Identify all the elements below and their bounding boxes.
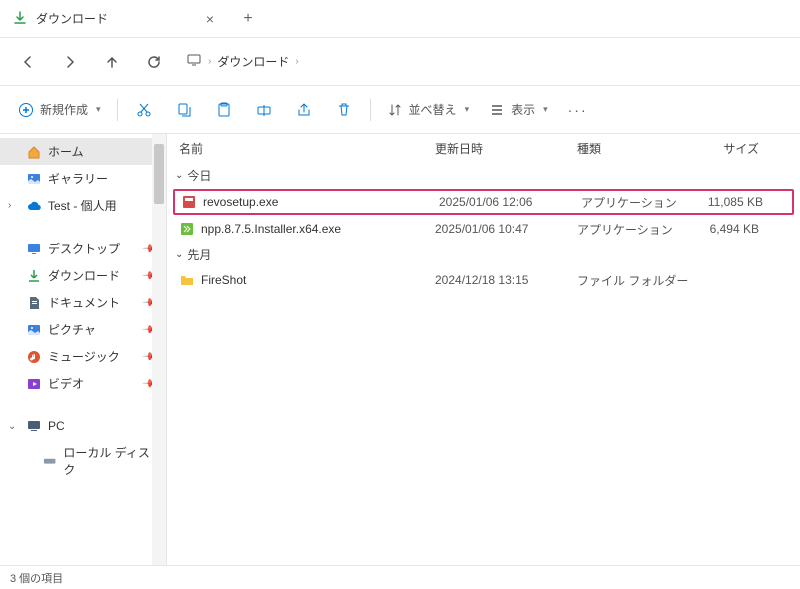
chevron-right-icon: › <box>8 200 11 211</box>
chevron-down-icon: ⌄ <box>175 249 183 260</box>
gallery-icon <box>26 171 42 187</box>
share-button[interactable] <box>286 94 322 126</box>
sidebar-item-gallery[interactable]: ギャラリー <box>0 165 166 192</box>
chevron-right-icon: › <box>208 56 211 67</box>
folder-icon <box>179 272 195 288</box>
file-size: 11,085 KB <box>693 195 773 209</box>
scrollbar[interactable] <box>152 134 166 565</box>
separator <box>117 99 118 121</box>
sidebar: ホーム ギャラリー › Test - 個人用 デスクトップ 📌 ダウンロード 📌… <box>0 134 167 565</box>
video-icon <box>26 376 42 392</box>
more-button[interactable]: ··· <box>560 94 596 126</box>
sort-button[interactable]: 並べ替え ▾ <box>379 94 478 126</box>
delete-button[interactable] <box>326 94 362 126</box>
new-button[interactable]: 新規作成 ▾ <box>10 94 109 126</box>
breadcrumb[interactable]: › ダウンロード › <box>178 52 299 71</box>
sidebar-item-test[interactable]: › Test - 個人用 <box>0 192 166 219</box>
column-name[interactable]: 名前 <box>179 140 435 157</box>
scrollbar-thumb[interactable] <box>154 144 164 204</box>
sidebar-item-music[interactable]: ミュージック 📌 <box>0 343 166 370</box>
statusbar: 3 個の項目 <box>0 565 800 589</box>
home-icon <box>26 144 42 160</box>
cut-button[interactable] <box>126 94 162 126</box>
file-size: 6,494 KB <box>689 222 769 236</box>
file-list: 名前 更新日時 種類 サイズ ⌄ 今日 revosetup.exe 2025/0… <box>167 134 800 565</box>
monitor-icon <box>186 52 202 71</box>
pc-icon <box>26 418 42 434</box>
separator <box>370 99 371 121</box>
group-lastmonth[interactable]: ⌄ 先月 <box>167 242 800 267</box>
file-type: アプリケーション <box>581 194 693 211</box>
file-type: アプリケーション <box>577 221 689 238</box>
breadcrumb-item[interactable]: ダウンロード <box>217 53 289 70</box>
drive-icon <box>42 453 57 469</box>
chevron-down-icon: ⌄ <box>175 170 183 181</box>
sidebar-item-videos[interactable]: ビデオ 📌 <box>0 370 166 397</box>
file-type: ファイル フォルダー <box>577 272 689 289</box>
music-icon <box>26 349 42 365</box>
sidebar-item-downloads[interactable]: ダウンロード 📌 <box>0 262 166 289</box>
file-row[interactable]: revosetup.exe 2025/01/06 12:06 アプリケーション … <box>173 189 794 215</box>
column-size[interactable]: サイズ <box>689 140 769 157</box>
up-button[interactable] <box>94 44 130 80</box>
sidebar-item-desktop[interactable]: デスクトップ 📌 <box>0 235 166 262</box>
back-button[interactable] <box>10 44 46 80</box>
column-date[interactable]: 更新日時 <box>435 140 577 157</box>
sidebar-item-documents[interactable]: ドキュメント 📌 <box>0 289 166 316</box>
file-name: revosetup.exe <box>203 195 439 209</box>
exe-icon <box>179 221 195 237</box>
refresh-button[interactable] <box>136 44 172 80</box>
file-date: 2025/01/06 12:06 <box>439 195 581 209</box>
status-text: 3 個の項目 <box>10 570 63 586</box>
desktop-icon <box>26 241 42 257</box>
titlebar: ダウンロード × + <box>0 0 800 38</box>
main: ホーム ギャラリー › Test - 個人用 デスクトップ 📌 ダウンロード 📌… <box>0 134 800 565</box>
close-icon[interactable]: × <box>202 11 218 27</box>
document-icon <box>26 295 42 311</box>
sidebar-item-localdisk[interactable]: ローカル ディスク <box>0 439 166 483</box>
group-today[interactable]: ⌄ 今日 <box>167 163 800 188</box>
exe-icon <box>181 194 197 210</box>
file-name: FireShot <box>201 273 435 287</box>
sidebar-item-pictures[interactable]: ピクチャ 📌 <box>0 316 166 343</box>
column-headers: 名前 更新日時 種類 サイズ <box>167 134 800 163</box>
tab-downloads[interactable]: ダウンロード × <box>0 0 230 38</box>
file-name: npp.8.7.5.Installer.x64.exe <box>201 222 435 236</box>
download-icon <box>12 11 28 27</box>
copy-button[interactable] <box>166 94 202 126</box>
sidebar-item-pc[interactable]: ⌄ PC <box>0 413 166 439</box>
cloud-icon <box>26 198 42 214</box>
chevron-down-icon: ▾ <box>96 104 101 115</box>
paste-button[interactable] <box>206 94 242 126</box>
file-row[interactable]: npp.8.7.5.Installer.x64.exe 2025/01/06 1… <box>167 216 800 242</box>
navbar: › ダウンロード › <box>0 38 800 86</box>
new-tab-button[interactable]: + <box>230 0 266 38</box>
file-date: 2024/12/18 13:15 <box>435 273 577 287</box>
forward-button[interactable] <box>52 44 88 80</box>
view-button[interactable]: 表示 ▾ <box>481 94 556 126</box>
toolbar: 新規作成 ▾ 並べ替え ▾ 表示 ▾ ··· <box>0 86 800 134</box>
file-row[interactable]: FireShot 2024/12/18 13:15 ファイル フォルダー <box>167 267 800 293</box>
chevron-down-icon: ▾ <box>465 104 470 115</box>
chevron-right-icon: › <box>295 56 298 67</box>
file-date: 2025/01/06 10:47 <box>435 222 577 236</box>
chevron-down-icon: ⌄ <box>8 421 16 432</box>
pictures-icon <box>26 322 42 338</box>
column-type[interactable]: 種類 <box>577 140 689 157</box>
sidebar-item-home[interactable]: ホーム <box>0 138 166 165</box>
tab-title: ダウンロード <box>36 10 194 27</box>
chevron-down-icon: ▾ <box>543 104 548 115</box>
download-icon <box>26 268 42 284</box>
rename-button[interactable] <box>246 94 282 126</box>
